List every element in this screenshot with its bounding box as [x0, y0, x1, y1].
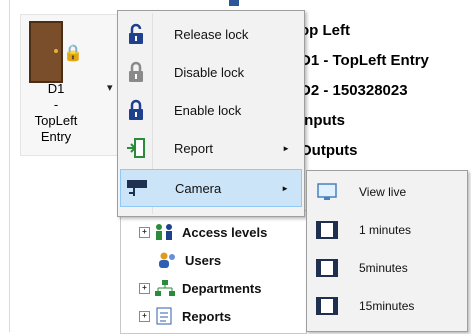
window-left-border: [0, 0, 10, 332]
tree-item-access-levels[interactable]: + Access levels: [139, 219, 267, 245]
tile-dropdown-arrow[interactable]: ▾: [107, 81, 113, 94]
camera-icon: [121, 178, 153, 198]
camera-submenu: View live 1 minutes 5minutes 15minutes: [306, 170, 468, 332]
unlock-icon: [120, 23, 152, 45]
navigation-tree: + Access levels Users + Departments + Re…: [120, 210, 307, 334]
door-report-icon: [120, 138, 152, 158]
tree-item-users[interactable]: Users: [157, 247, 221, 273]
departments-icon: [154, 279, 176, 297]
lock-disabled-icon: [120, 61, 152, 83]
info-outputs: Outputs: [300, 142, 358, 159]
padlock-icon: 🔒: [63, 45, 83, 62]
monitor-icon: [309, 182, 345, 202]
users-icon: [157, 251, 179, 269]
lock-icon: [120, 99, 152, 121]
menu-item-camera[interactable]: Camera ►: [120, 169, 302, 207]
tree-item-label: Users: [185, 252, 222, 268]
tree-item-departments[interactable]: + Departments: [139, 275, 261, 301]
tree-expander[interactable]: +: [139, 282, 150, 294]
submenu-item-1-minutes[interactable]: 1 minutes: [309, 211, 465, 249]
door-tile-label: D1 - TopLeft Entry: [34, 81, 78, 144]
film-icon: [309, 259, 345, 277]
tree-expander[interactable]: +: [139, 226, 150, 238]
info-inputs: Inputs: [300, 112, 345, 129]
info-door2: D2 - 150328023: [300, 82, 408, 99]
submenu-arrow-icon: ►: [282, 143, 290, 153]
tree-item-label: Departments: [182, 280, 262, 296]
submenu-item-view-live[interactable]: View live: [309, 173, 465, 211]
title-accent: [229, 0, 239, 6]
menu-item-release-lock[interactable]: Release lock: [120, 15, 302, 53]
menu-item-enable-lock[interactable]: Enable lock: [120, 91, 302, 129]
info-door1: D1 - TopLeft Entry: [300, 52, 429, 69]
menu-item-disable-lock[interactable]: Disable lock: [120, 53, 302, 91]
menu-item-report[interactable]: Report ►: [120, 129, 302, 167]
info-title: op Left: [300, 22, 350, 39]
submenu-item-15-minutes[interactable]: 15minutes: [309, 287, 465, 325]
film-icon: [309, 297, 345, 315]
submenu-arrow-icon: ►: [281, 183, 289, 193]
tree-item-reports[interactable]: + Reports: [139, 303, 231, 329]
tree-expander[interactable]: +: [139, 310, 150, 322]
tree-item-label: Reports: [182, 308, 232, 324]
door-icon: [29, 21, 63, 83]
film-icon: [309, 221, 345, 239]
tree-item-label: Access levels: [182, 224, 268, 240]
door-context-menu: Release lock Disable lock Enable lock Re…: [117, 10, 305, 217]
door-info-panel: op Left D1 - TopLeft Entry D2 - 15032802…: [300, 16, 429, 166]
reports-icon: [154, 307, 176, 325]
door-tile[interactable]: 🔒 D1 - TopLeft Entry ▾: [20, 14, 122, 156]
submenu-item-5-minutes[interactable]: 5minutes: [309, 249, 465, 287]
people-icon: [154, 223, 176, 241]
